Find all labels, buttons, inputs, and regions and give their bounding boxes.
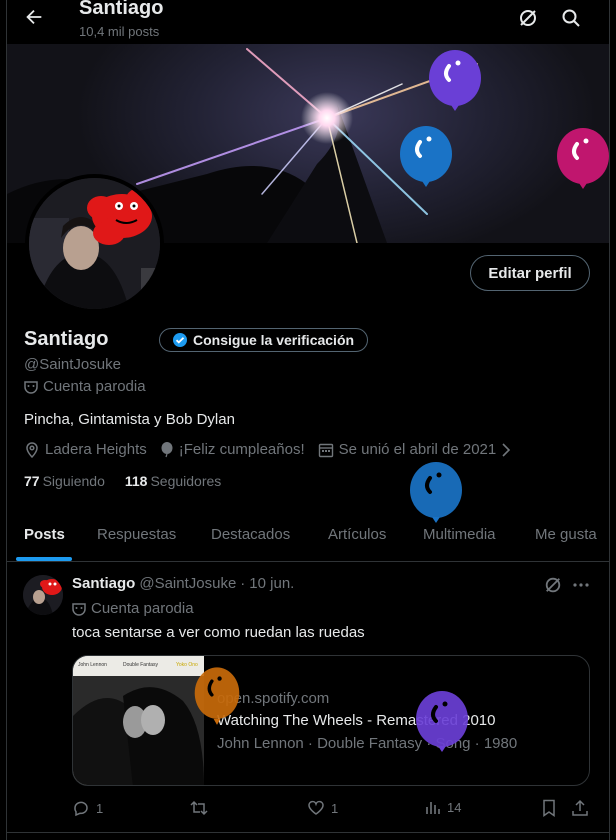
post-item[interactable]: Santiago @SaintJosuke · 10 jun. Cuenta p… bbox=[7, 563, 609, 833]
post-date[interactable]: 10 jun. bbox=[249, 575, 294, 592]
birthday-balloon-icon bbox=[414, 691, 470, 761]
more-options-icon[interactable] bbox=[572, 576, 592, 596]
birthday-balloon-icon bbox=[555, 128, 609, 198]
post-text: toca sentarse a ver como ruedan las rued… bbox=[72, 624, 365, 641]
birthday-balloon-icon bbox=[427, 50, 483, 120]
retweet-button[interactable] bbox=[189, 799, 215, 817]
display-name: Santiago bbox=[24, 328, 109, 350]
edit-profile-button[interactable]: Editar perfil bbox=[470, 255, 590, 291]
card-subtitle: John Lennon · Double Fantasy · Song · 19… bbox=[217, 735, 518, 752]
retweet-icon bbox=[189, 799, 209, 817]
reply-icon bbox=[72, 799, 90, 817]
arrow-left-icon[interactable] bbox=[23, 6, 45, 28]
mask-icon bbox=[24, 380, 38, 394]
top-bar: Santiago 10,4 mil posts bbox=[7, 0, 609, 43]
tab-articles[interactable]: Artículos bbox=[328, 526, 386, 543]
post-actions: 1 1 14 bbox=[7, 799, 609, 819]
following-link[interactable]: 77 Siguiendo bbox=[24, 473, 105, 489]
search-icon[interactable] bbox=[561, 8, 581, 28]
analytics-icon bbox=[425, 799, 441, 815]
birthday-balloon-icon bbox=[408, 462, 464, 532]
heart-icon bbox=[307, 799, 325, 817]
active-tab-indicator bbox=[16, 557, 72, 561]
get-verified-label: Consigue la verificación bbox=[193, 332, 355, 348]
tab-highlights[interactable]: Destacados bbox=[211, 526, 290, 543]
joined-item[interactable]: Se unió el abril de 2021 bbox=[318, 441, 512, 458]
tab-likes[interactable]: Me gusta bbox=[535, 526, 597, 543]
parody-label: Cuenta parodia bbox=[24, 378, 146, 395]
birthday-balloon-icon bbox=[398, 126, 454, 196]
profile-column: Santiago 10,4 mil posts Editar perfil Sa… bbox=[6, 0, 610, 840]
album-cover: John Lennon Double Fantasy Yoko Ono bbox=[73, 656, 204, 785]
location-icon bbox=[24, 441, 40, 458]
get-verified-button[interactable]: Consigue la verificación bbox=[159, 328, 369, 352]
calendar-icon bbox=[318, 442, 334, 458]
birthday-balloon-icon bbox=[193, 665, 241, 735]
bookmark-icon[interactable] bbox=[541, 799, 561, 819]
profile-meta: Ladera Heights ¡Feliz cumpleaños! Se uni… bbox=[24, 441, 524, 458]
profile-bio: Pincha, Gintamista y Bob Dylan bbox=[24, 411, 235, 428]
album-title: Double Fantasy bbox=[123, 662, 159, 668]
tab-replies[interactable]: Respuestas bbox=[97, 526, 176, 543]
post-author-name[interactable]: Santiago bbox=[72, 575, 135, 592]
album-artist: John Lennon bbox=[78, 662, 107, 668]
share-icon[interactable] bbox=[571, 799, 591, 819]
post-avatar[interactable] bbox=[23, 575, 63, 615]
post-header: Santiago @SaintJosuke · 10 jun. bbox=[72, 575, 294, 592]
tab-posts[interactable]: Posts bbox=[24, 526, 65, 543]
post-author-handle[interactable]: @SaintJosuke bbox=[139, 575, 236, 592]
location-item: Ladera Heights bbox=[24, 441, 147, 458]
profile-tabs: Posts Respuestas Destacados Artículos Mu… bbox=[7, 510, 609, 562]
page-title: Santiago bbox=[79, 0, 164, 19]
grok-icon[interactable] bbox=[518, 8, 538, 28]
profile-handle: @SaintJosuke bbox=[24, 356, 121, 373]
profile-avatar[interactable] bbox=[25, 174, 164, 313]
post-separator: · bbox=[240, 575, 246, 592]
verified-badge-icon bbox=[172, 332, 188, 348]
birthday-item: ¡Feliz cumpleaños! bbox=[160, 441, 305, 458]
views-button[interactable]: 14 bbox=[425, 799, 461, 815]
like-button[interactable]: 1 bbox=[307, 799, 338, 817]
reply-button[interactable]: 1 bbox=[72, 799, 103, 817]
balloon-icon bbox=[160, 441, 174, 458]
grok-icon[interactable] bbox=[544, 576, 564, 596]
followers-link[interactable]: 118 Seguidores bbox=[125, 473, 221, 489]
mask-icon bbox=[72, 602, 86, 616]
chevron-right-icon bbox=[501, 442, 511, 457]
post-count: 10,4 mil posts bbox=[79, 24, 160, 39]
post-parody-label: Cuenta parodia bbox=[72, 600, 194, 617]
follow-stats: 77 Siguiendo 118 Seguidores bbox=[24, 473, 221, 489]
link-card[interactable]: John Lennon Double Fantasy Yoko Ono open… bbox=[72, 655, 590, 786]
